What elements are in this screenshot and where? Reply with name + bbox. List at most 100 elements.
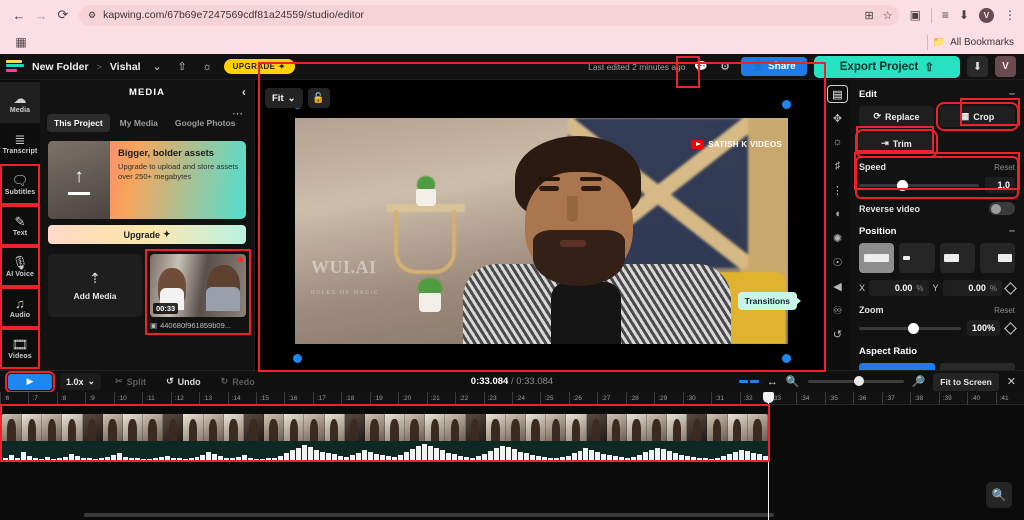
upload-icon[interactable]: ⇧: [174, 58, 191, 75]
fit-label: Fit: [272, 92, 284, 104]
apps-grid-icon[interactable]: ▦: [10, 35, 32, 49]
add-media-button[interactable]: ⇡ Add Media: [48, 254, 142, 317]
download-icon[interactable]: ⬇: [967, 56, 988, 77]
resize-handle-bottom-right[interactable]: [782, 354, 791, 363]
more-options-icon[interactable]: ⋯: [232, 107, 244, 120]
sidebar-item-transcript[interactable]: ≣ Transcript: [0, 123, 40, 164]
zoom-in-icon[interactable]: 🔎: [912, 375, 926, 388]
unlock-icon[interactable]: 🔓: [307, 88, 330, 108]
position-preset-left[interactable]: [939, 243, 975, 273]
kapwing-logo-icon[interactable]: [6, 59, 24, 74]
share-button[interactable]: 👤 Share: [740, 57, 807, 76]
reload-icon[interactable]: ⟳: [52, 4, 74, 26]
comment-icon[interactable]: 💬: [693, 58, 710, 75]
all-bookmarks-label[interactable]: All Bookmarks: [950, 37, 1014, 48]
extensions-icon[interactable]: ▣: [910, 8, 921, 22]
playhead[interactable]: [763, 392, 774, 520]
y-field[interactable]: 0.00 %: [942, 280, 1002, 296]
video-canvas[interactable]: SATISH K VIDEOS WUI.AI RULES OF MAGIC: [295, 102, 788, 358]
chevron-left-icon[interactable]: ‹: [242, 85, 247, 99]
mask-icon[interactable]: ◖: [828, 206, 847, 222]
speed-slider[interactable]: [859, 179, 979, 191]
minimize-icon[interactable]: –: [1009, 88, 1015, 100]
keyframe-diamond-icon[interactable]: [1004, 281, 1017, 295]
undo-button[interactable]: ↺ Undo: [160, 373, 207, 390]
media-asset-card[interactable]: 00:33 ▣ 440680f961859b09...: [145, 249, 251, 335]
fit-dropdown[interactable]: Fit ⌄: [265, 88, 303, 108]
install-app-icon[interactable]: ⊞: [864, 9, 873, 22]
lightbulb-icon[interactable]: ☼: [199, 58, 216, 75]
animation-icon[interactable]: ☉: [828, 254, 847, 270]
redo-button[interactable]: ↻ Redo: [215, 373, 261, 390]
position-preset-right[interactable]: [979, 243, 1015, 273]
position-preset-full[interactable]: [859, 243, 895, 273]
keyframe-diamond-icon[interactable]: [1004, 321, 1017, 335]
search-icon[interactable]: 🔍: [986, 482, 1012, 508]
zoom-out-icon[interactable]: 🔍: [786, 375, 800, 388]
breadcrumb-project[interactable]: Vishal: [110, 61, 141, 73]
tab-my-media[interactable]: My Media: [113, 114, 165, 132]
sidebar-item-subtitles[interactable]: 🗨 Subtitles: [0, 164, 40, 205]
fit-width-icon[interactable]: ↔: [767, 376, 778, 388]
zoom-slider[interactable]: [859, 322, 961, 334]
speed-reset-button[interactable]: Reset: [994, 163, 1015, 172]
profile-avatar[interactable]: V: [979, 7, 994, 23]
x-field[interactable]: 0.00 %: [869, 280, 929, 296]
resize-handle-bottom-left[interactable]: [293, 354, 302, 363]
avatar[interactable]: V: [995, 56, 1016, 77]
sidebar-item-videos[interactable]: 🎞 Videos: [0, 328, 40, 369]
playback-speed-select[interactable]: 1.0x ⌄: [60, 373, 102, 390]
track-markers-icon[interactable]: [738, 380, 759, 383]
upgrade-promo-card[interactable]: ↑ Bigger, bolder assets Upgrade to uploa…: [48, 141, 246, 219]
sidebar-item-text[interactable]: ✎ Text: [0, 205, 40, 246]
breadcrumb-folder[interactable]: New Folder: [32, 61, 89, 73]
play-button[interactable]: ▶: [8, 373, 52, 390]
sidebar-item-media[interactable]: ☁ Media: [0, 82, 40, 123]
playhead-handle[interactable]: [763, 392, 774, 403]
shapes-icon[interactable]: ♾: [828, 302, 847, 318]
address-bar[interactable]: ⚙ kapwing.com/67b69e7247569cdf81a24559/s…: [79, 4, 899, 26]
aspect-ratio-option-selected[interactable]: [859, 363, 935, 370]
history-icon[interactable]: ↺: [828, 326, 847, 342]
adjust-sliders-icon[interactable]: ⋮: [828, 182, 847, 198]
reverse-video-toggle[interactable]: [989, 202, 1015, 215]
resize-handle-top-right[interactable]: [782, 100, 791, 109]
trim-button[interactable]: ⇥ Trim: [855, 129, 938, 158]
tab-this-project[interactable]: This Project: [47, 114, 110, 132]
effects-icon[interactable]: ✺: [828, 230, 847, 246]
reading-list-icon[interactable]: ≡: [942, 8, 949, 22]
speed-value[interactable]: 1.0: [985, 177, 1015, 193]
back-arrow-icon[interactable]: ←: [8, 4, 30, 26]
star-icon[interactable]: ☆: [883, 9, 893, 22]
fit-to-screen-button[interactable]: Fit to Screen: [933, 372, 999, 391]
sidebar-item-label: AI Voice: [6, 270, 34, 278]
chevron-down-icon[interactable]: ⌄: [149, 58, 166, 75]
split-button[interactable]: ✂ Split: [109, 373, 152, 390]
export-project-button[interactable]: Export Project ⇧: [813, 55, 960, 78]
minimize-icon[interactable]: –: [1009, 225, 1015, 237]
downloads-icon[interactable]: ⬇: [959, 8, 969, 22]
sidebar-item-ai-voice[interactable]: 🎙 AI Voice: [0, 246, 40, 287]
zoom-value[interactable]: 100%: [966, 320, 1000, 336]
timeline-scrollbar[interactable]: [84, 513, 774, 517]
brightness-icon[interactable]: ☼: [828, 134, 847, 150]
timeline-zoom-slider[interactable]: [807, 376, 904, 386]
media-thumbnail[interactable]: 00:33: [150, 254, 246, 317]
close-icon[interactable]: ✕: [1007, 375, 1016, 388]
forward-arrow-icon[interactable]: →: [30, 4, 52, 26]
transitions-icon[interactable]: ◀: [828, 278, 847, 294]
move-icon[interactable]: ✥: [828, 110, 847, 126]
promo-upgrade-button[interactable]: Upgrade ✦: [48, 225, 246, 244]
upgrade-button[interactable]: UPGRADE ✦: [223, 59, 295, 74]
kebab-menu-icon[interactable]: ⋮: [1004, 8, 1016, 22]
replace-button[interactable]: ⟳ Replace: [859, 106, 934, 127]
site-settings-icon[interactable]: ⚙: [88, 10, 96, 21]
zoom-reset-button[interactable]: Reset: [994, 306, 1015, 315]
aspect-ratio-option[interactable]: [939, 363, 1015, 370]
gear-icon[interactable]: ⚙: [717, 58, 734, 75]
film-icon[interactable]: ▤: [827, 85, 848, 103]
audio-note-icon[interactable]: ♯: [828, 158, 847, 174]
position-preset-small[interactable]: [899, 243, 935, 273]
crop-button[interactable]: ▦ Crop: [936, 102, 1019, 131]
sidebar-item-audio[interactable]: ♫ Audio: [0, 287, 40, 328]
